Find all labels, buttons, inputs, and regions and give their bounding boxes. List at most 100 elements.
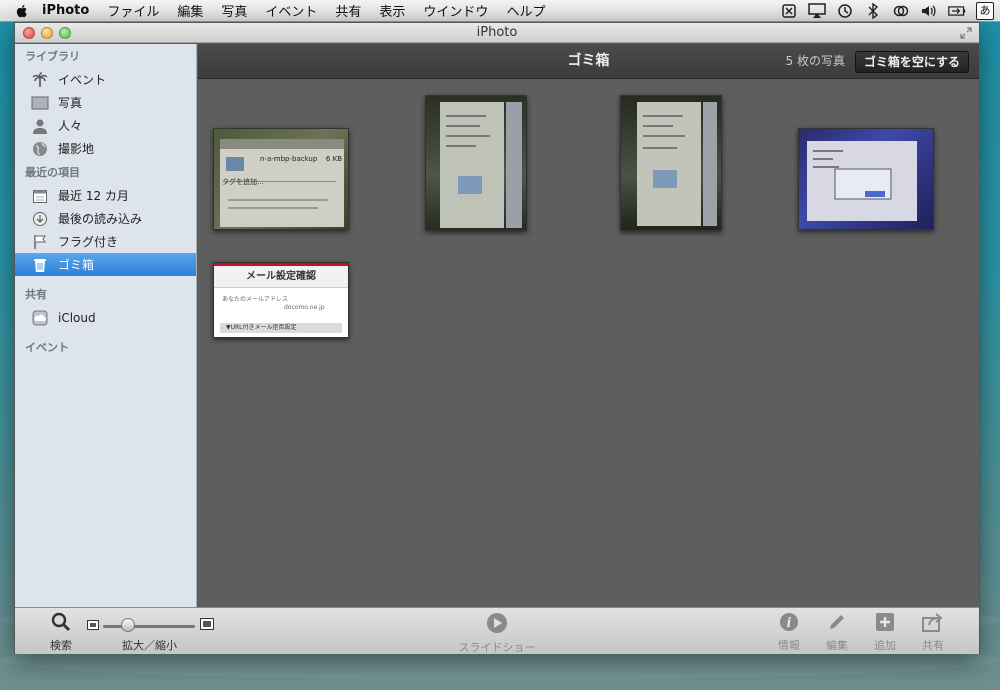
menu-bar: iPhoto ファイル 編集 写真 イベント 共有 表示 ウインドウ ヘルプ あ [0, 0, 1000, 22]
sidebar-item-places[interactable]: 撮影地 [15, 137, 196, 160]
menu-share[interactable]: 共有 [335, 1, 361, 20]
apple-icon[interactable] [14, 3, 30, 19]
time-machine-icon[interactable] [836, 2, 854, 20]
photo-grid: n-a-mbp-backup タグを追加... 6 KB メール設定確認 あなた… [198, 80, 979, 607]
iphoto-window: iPhoto ライブラリ イベント 写真 人々 撮影地 最近の項目 最近 12 … [14, 22, 980, 654]
thumbnail-image [440, 102, 522, 228]
search-label: 検索 [50, 639, 72, 652]
large-photo-icon [200, 618, 214, 630]
menu-file[interactable]: ファイル [107, 1, 159, 20]
thumbnail-caption: n-a-mbp-backup [260, 155, 318, 163]
info-button[interactable]: i 情報 [773, 612, 805, 653]
edit-label: 編集 [826, 639, 848, 652]
globe-icon [31, 140, 49, 158]
content-header: ゴミ箱 5 枚の写真 ゴミ箱を空にする [198, 44, 979, 79]
info-icon: i [780, 613, 798, 631]
share-button[interactable]: 共有 [917, 612, 949, 653]
input-method-indicator[interactable]: あ [976, 2, 994, 20]
library-header: ライブラリ [25, 50, 80, 63]
sidebar-item-trash[interactable]: ゴミ箱 [15, 253, 196, 276]
sidebar-item-people[interactable]: 人々 [15, 114, 196, 137]
svg-text:i: i [787, 616, 792, 631]
thumbnail-text: あなたのメールアドレス [222, 296, 289, 303]
thumbnail-text: docomo.ne.jp [284, 304, 325, 311]
menu-photos[interactable]: 写真 [221, 1, 247, 20]
photo-thumbnail[interactable] [425, 95, 527, 231]
photo-icon [31, 94, 49, 112]
close-button[interactable] [23, 27, 35, 39]
fullscreen-icon[interactable] [959, 26, 973, 40]
info-label: 情報 [778, 639, 800, 652]
play-icon [487, 613, 507, 633]
sidebar-item-label: 撮影地 [58, 142, 95, 156]
thumbnail-text: タグを追加... [222, 178, 264, 186]
search-icon [51, 612, 71, 632]
share-icon [922, 613, 943, 632]
window-controls [23, 27, 71, 39]
thumbnail-footer: ▼URL付きメール拒否設定 [220, 323, 342, 333]
sidebar-item-label: 人々 [58, 119, 83, 133]
shield-icon[interactable] [780, 2, 798, 20]
pencil-icon [830, 615, 844, 629]
zoom-label: 拡大／縮小 [122, 639, 177, 652]
photo-thumbnail[interactable]: メール設定確認 あなたのメールアドレス docomo.ne.jp ▼URL付きメ… [213, 262, 349, 338]
title-bar: iPhoto [15, 23, 979, 43]
sidebar-item-label: iCloud [58, 310, 96, 325]
status-area: あ [780, 2, 994, 20]
plus-icon [876, 613, 894, 631]
search-button[interactable]: 検索 [43, 612, 79, 653]
sync-icon[interactable] [892, 2, 910, 20]
zoom-slider-knob[interactable] [121, 618, 135, 632]
photo-thumbnail[interactable]: n-a-mbp-backup タグを追加... 6 KB [213, 128, 349, 230]
sidebar-item-label: イベント [58, 73, 107, 87]
flag-icon [31, 233, 49, 251]
bottom-toolbar: 検索 拡大／縮小 スライドショー i 情報 編集 追加 共有 [15, 607, 979, 654]
thumbnail-size: 6 KB [325, 155, 342, 163]
menu-help[interactable]: ヘルプ [506, 1, 545, 20]
battery-icon[interactable] [948, 2, 966, 20]
empty-trash-button[interactable]: ゴミ箱を空にする [854, 51, 969, 73]
share-label: 共有 [922, 639, 944, 652]
trash-icon [31, 256, 49, 274]
edit-button[interactable]: 編集 [821, 612, 853, 653]
bluetooth-icon[interactable] [864, 2, 882, 20]
photo-thumbnail[interactable] [620, 95, 722, 231]
sidebar-item-last-import[interactable]: 最後の読み込み [15, 207, 196, 230]
palm-tree-icon [31, 71, 49, 89]
sidebar-item-icloud[interactable]: iCloud [15, 306, 196, 329]
events-header: イベント [25, 341, 69, 354]
shared-header: 共有 [25, 288, 47, 301]
photo-count: 5 枚の写真 [785, 54, 845, 68]
photo-thumbnail[interactable] [798, 128, 934, 230]
sidebar: ライブラリ イベント 写真 人々 撮影地 最近の項目 最近 12 カ月 最後の読… [15, 44, 197, 607]
window-title: iPhoto [476, 25, 518, 40]
menu-window[interactable]: ウインドウ [423, 1, 488, 20]
thumbnail-title: メール設定確認 [214, 266, 348, 288]
slideshow-button[interactable]: スライドショー [457, 612, 537, 655]
zoom-button[interactable] [59, 27, 71, 39]
minimize-button[interactable] [41, 27, 53, 39]
add-button[interactable]: 追加 [869, 612, 901, 653]
person-icon [31, 117, 49, 135]
sidebar-item-photos[interactable]: 写真 [15, 91, 196, 114]
menu-app-name[interactable]: iPhoto [42, 3, 89, 18]
airplay-icon[interactable] [808, 2, 826, 20]
slideshow-label: スライドショー [458, 641, 536, 654]
menu-view[interactable]: 表示 [379, 1, 405, 20]
sidebar-item-label: ゴミ箱 [58, 258, 95, 272]
icloud-icon [31, 309, 49, 327]
sidebar-item-events[interactable]: イベント [15, 68, 196, 91]
zoom-slider-track[interactable] [103, 625, 195, 628]
sidebar-item-flagged[interactable]: フラグ付き [15, 230, 196, 253]
thumbnail-image [637, 102, 717, 226]
calendar-icon [31, 187, 49, 205]
sidebar-item-label: 最後の読み込み [58, 212, 143, 226]
menu-events[interactable]: イベント [265, 1, 317, 20]
menu-edit[interactable]: 編集 [177, 1, 203, 20]
recent-header: 最近の項目 [25, 166, 80, 179]
volume-icon[interactable] [920, 2, 938, 20]
sidebar-item-label: 最近 12 カ月 [58, 189, 129, 203]
import-icon [31, 210, 49, 228]
small-photo-icon [87, 620, 99, 630]
sidebar-item-last-12-months[interactable]: 最近 12 カ月 [15, 184, 196, 207]
